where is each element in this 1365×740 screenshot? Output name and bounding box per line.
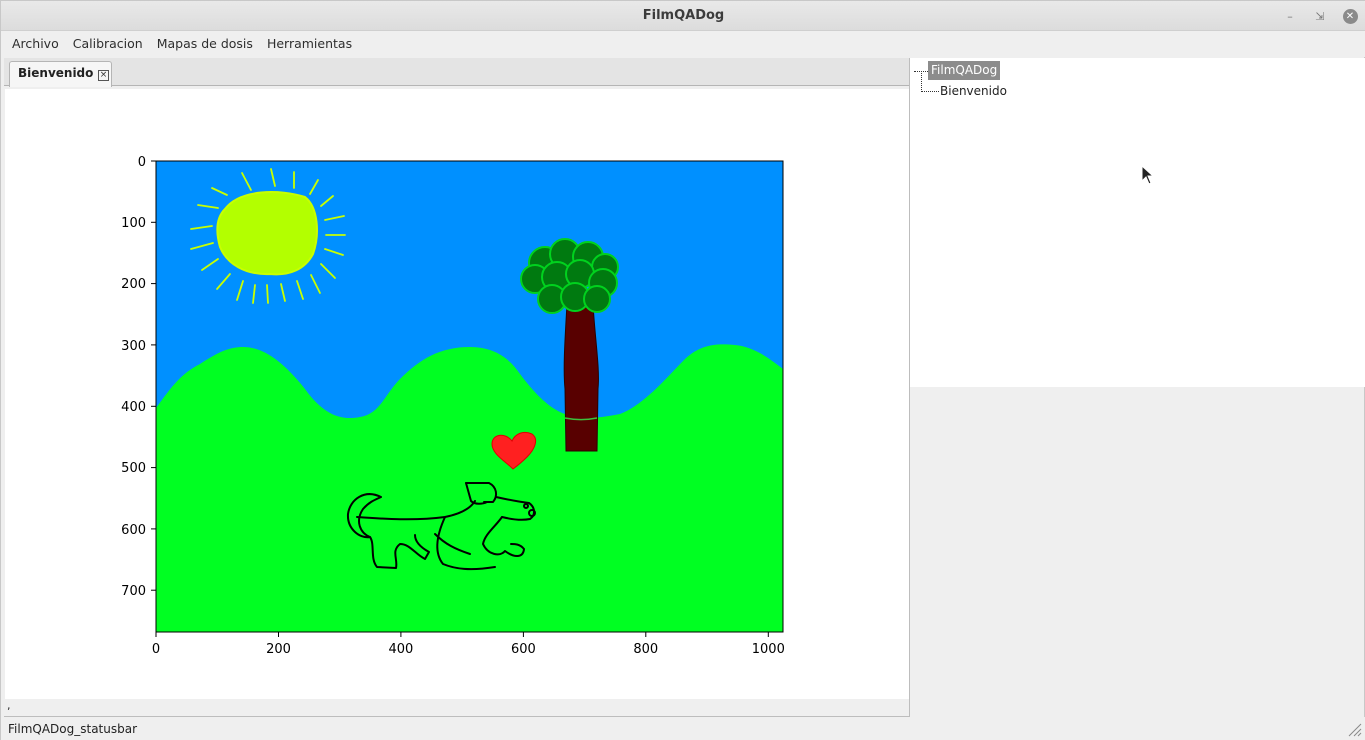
menu-mapas-de-dosis[interactable]: Mapas de dosis (150, 31, 260, 57)
document-area: Bienvenido × 0 100 200 300 400 500 600 7… (4, 58, 910, 717)
mouse-cursor-icon (1141, 164, 1155, 188)
x-axis (155, 632, 769, 637)
y-tick-label: 100 (121, 216, 146, 231)
project-tree-panel: FilmQADog Bienvenido (910, 58, 1365, 387)
x-tick-label: 400 (388, 642, 413, 657)
menu-archivo[interactable]: Archivo (5, 31, 66, 57)
tab-bienvenido[interactable]: Bienvenido × (9, 61, 112, 87)
minimize-icon: – (1287, 9, 1293, 23)
restore-button[interactable]: ⇲ (1311, 7, 1329, 25)
menu-bar: Archivo Calibracion Mapas de dosis Herra… (1, 31, 1365, 57)
title-bar: FilmQADog – ⇲ ✕ (1, 1, 1365, 31)
restore-icon: ⇲ (1315, 9, 1325, 23)
y-tick-label: 600 (121, 523, 146, 538)
status-message: FilmQADog_statusbar (8, 722, 138, 736)
minimize-button[interactable]: – (1281, 7, 1299, 25)
resize-grip-icon[interactable] (1346, 721, 1362, 737)
tree-connector (922, 91, 939, 92)
tab-bar: Bienvenido × (4, 58, 909, 87)
close-icon: ✕ (1342, 8, 1358, 24)
y-axis (151, 160, 156, 591)
status-bar: FilmQADog_statusbar (1, 717, 1365, 740)
y-tick-label: 500 (121, 461, 146, 476)
plot-coordinates-strip: , (4, 699, 909, 716)
x-tick-label: 1000 (752, 642, 785, 657)
grass-hills (156, 344, 783, 632)
x-tick-label: 800 (633, 642, 658, 657)
tree-item-filmqadog[interactable]: FilmQADog (928, 61, 1001, 80)
y-tick-label: 300 (121, 339, 146, 354)
y-tick-label: 400 (121, 400, 146, 415)
y-tick-label: 0 (138, 155, 146, 170)
tab-label: Bienvenido (18, 66, 94, 80)
tree-trunk (563, 303, 599, 452)
tree-connector (921, 71, 922, 92)
x-tick-label: 0 (152, 642, 160, 657)
menu-herramientas[interactable]: Herramientas (260, 31, 359, 57)
x-tick-label: 200 (266, 642, 291, 657)
welcome-image-panel: 0 100 200 300 400 500 600 700 0 200 400 … (5, 89, 909, 699)
window-title: FilmQADog (642, 8, 725, 23)
y-tick-label: 700 (121, 584, 146, 599)
y-tick-label: 200 (121, 277, 146, 292)
welcome-image-plot: 0 100 200 300 400 500 600 700 0 200 400 … (121, 155, 785, 657)
x-tick-label: 600 (511, 642, 536, 657)
app-window: FilmQADog – ⇲ ✕ Archivo Calibracion Mapa… (0, 0, 1365, 740)
tree-item-bienvenido[interactable]: Bienvenido (940, 84, 1007, 98)
tab-close-icon[interactable]: × (98, 70, 109, 81)
menu-calibracion[interactable]: Calibracion (66, 31, 150, 57)
close-button[interactable]: ✕ (1341, 7, 1359, 25)
